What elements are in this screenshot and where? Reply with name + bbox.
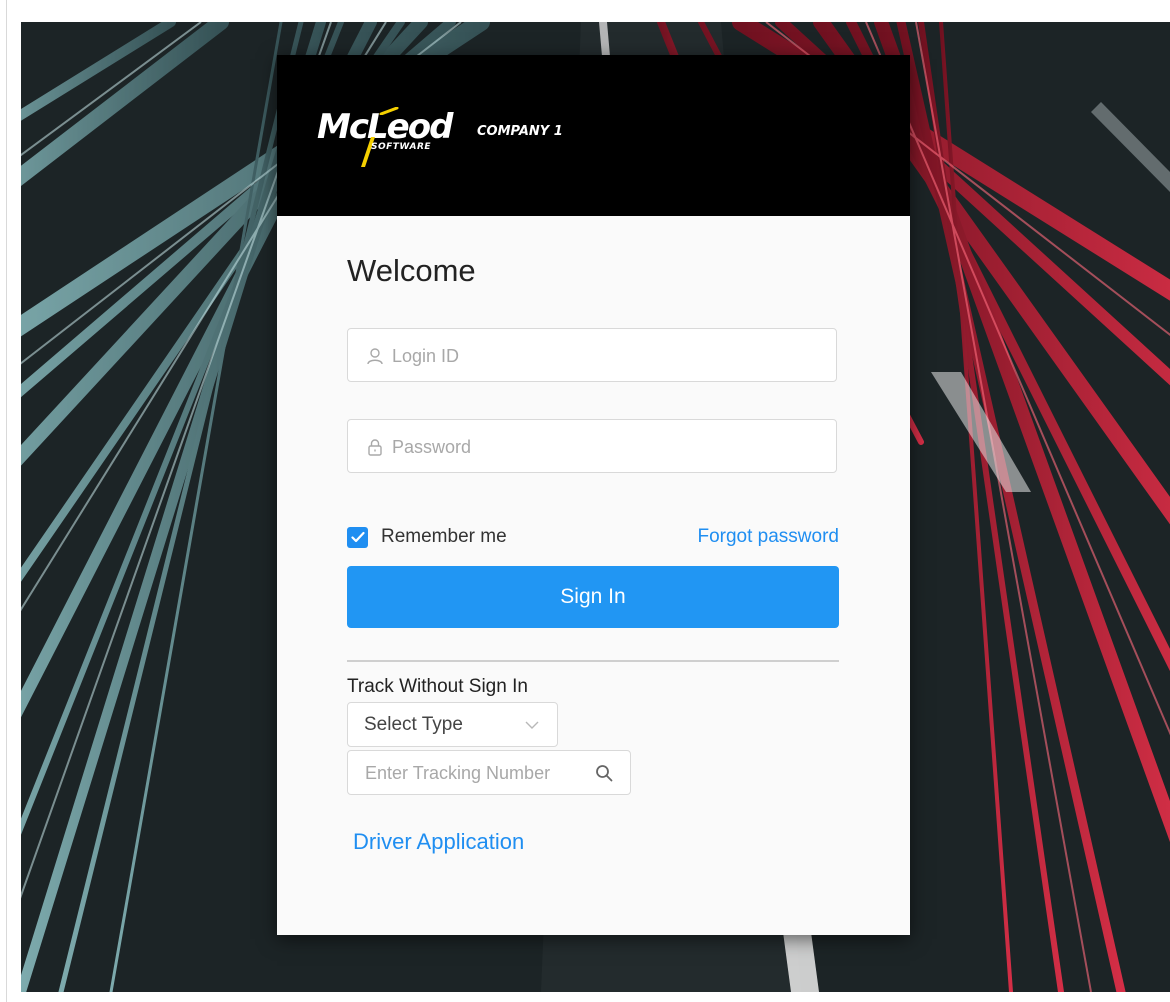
tracking-number-field[interactable] bbox=[347, 750, 631, 796]
driver-application-link[interactable]: Driver Application bbox=[353, 829, 524, 855]
remember-me-checkbox[interactable] bbox=[347, 526, 368, 548]
mcleod-logo: McLeod SOFTWARE COMPANY 1 bbox=[317, 107, 617, 177]
password-input[interactable] bbox=[390, 420, 824, 474]
user-icon bbox=[367, 348, 383, 365]
password-field[interactable] bbox=[347, 419, 837, 474]
sign-in-button[interactable]: Sign In bbox=[347, 566, 839, 628]
logo-subword: SOFTWARE bbox=[371, 142, 432, 152]
page-title: Welcome bbox=[347, 253, 476, 288]
search-icon[interactable] bbox=[595, 764, 613, 782]
lock-icon bbox=[368, 439, 382, 456]
company-name: COMPANY 1 bbox=[477, 124, 563, 139]
track-section-title: Track Without Sign In bbox=[347, 676, 528, 697]
login-id-input[interactable] bbox=[390, 329, 824, 383]
left-border bbox=[6, 0, 7, 1002]
login-id-field[interactable] bbox=[347, 328, 837, 383]
remember-me-label: Remember me bbox=[381, 526, 507, 547]
checkmark-icon bbox=[350, 531, 365, 543]
forgot-password-link[interactable]: Forgot password bbox=[657, 525, 839, 549]
tracking-type-select[interactable]: Select Type bbox=[347, 702, 558, 747]
chevron-down-icon bbox=[525, 721, 539, 729]
section-divider bbox=[347, 660, 839, 662]
tracking-type-value: Select Type bbox=[364, 714, 463, 735]
remember-me-toggle[interactable]: Remember me bbox=[347, 525, 507, 549]
login-card: McLeod SOFTWARE COMPANY 1 Welcome Login … bbox=[277, 55, 910, 935]
card-header: McLeod SOFTWARE COMPANY 1 bbox=[277, 55, 910, 216]
logo-accent-icon bbox=[379, 107, 399, 115]
tracking-number-input[interactable] bbox=[363, 751, 587, 796]
